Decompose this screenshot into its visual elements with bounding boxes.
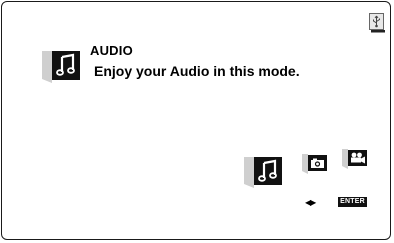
mode-video-button[interactable] xyxy=(342,147,369,169)
music-note-icon xyxy=(244,157,282,188)
screen-frame: AUDIO Enjoy your Audio in this mode. ◀▶ … xyxy=(1,1,391,240)
enter-button[interactable]: ENTER xyxy=(338,197,367,207)
music-note-icon xyxy=(42,47,82,83)
mode-photo-button[interactable] xyxy=(302,152,329,174)
photo-camera-icon xyxy=(302,154,327,174)
video-camera-icon xyxy=(342,149,367,169)
usb-icon xyxy=(369,13,386,33)
mode-description: Enjoy your Audio in this mode. xyxy=(94,63,300,79)
mode-audio-button[interactable] xyxy=(244,154,284,188)
left-right-arrows-icon: ◀▶ xyxy=(305,198,316,207)
mode-title: AUDIO xyxy=(90,43,133,58)
